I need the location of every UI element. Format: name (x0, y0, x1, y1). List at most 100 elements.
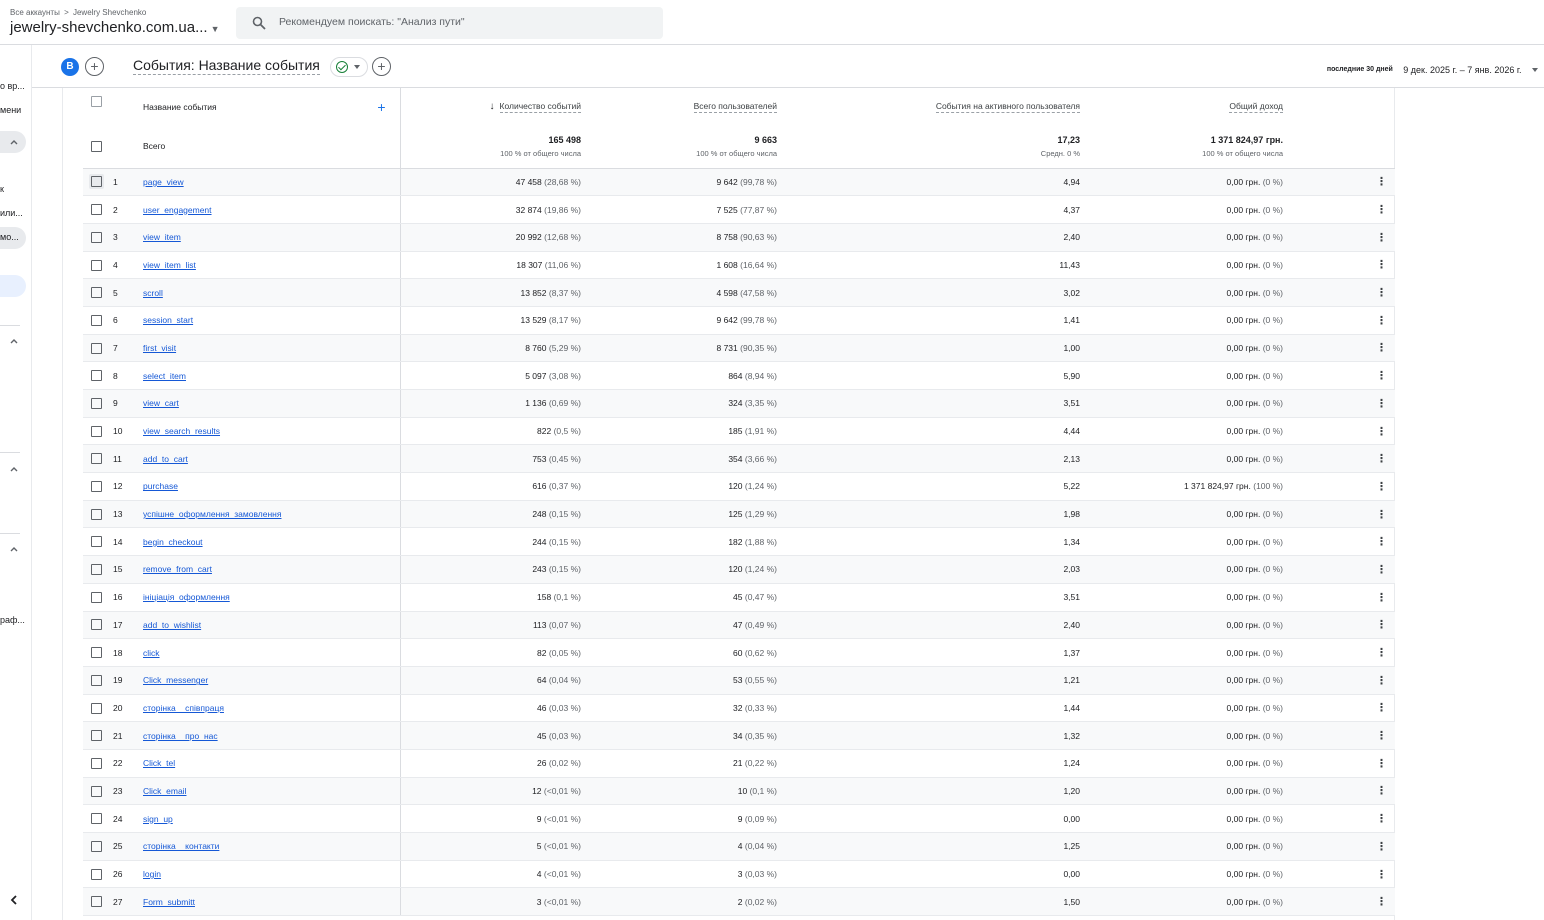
table-row[interactable]: 27 Form_submitt 3 (<0,01 %) 2 (0,02 %) 1,50 0… (83, 887, 1395, 917)
column-header-per-user[interactable]: События на активного пользователя (935, 101, 1080, 113)
chevron-up-icon[interactable] (8, 543, 20, 555)
event-name-link[interactable]: Click_messenger (143, 675, 208, 685)
event-name-link[interactable]: view_item_list (143, 260, 196, 270)
event-name-link[interactable]: view_cart (143, 398, 179, 408)
table-row[interactable]: 7 first_visit 8 760 (5,29 %) 8 731 (90,35 %… (83, 334, 1395, 363)
table-row[interactable]: 26 login 4 (<0,01 %) 3 (0,03 %) 0,00 0,00 грн… (83, 860, 1395, 889)
table-row[interactable]: 15 remove_from_cart 243 (0,15 %) 120 (1,24 … (83, 555, 1395, 584)
table-row[interactable]: 23 Click_email 12 (<0,01 %) 10 (0,1 %) 1,20 0… (83, 777, 1395, 806)
event-name-link[interactable]: page_view (143, 177, 184, 187)
event-name-link[interactable]: begin_checkout (143, 537, 203, 547)
more-vert-icon[interactable]: ⋮ (1287, 694, 1395, 723)
event-name-link[interactable]: add_to_wishlist (143, 620, 201, 630)
row-checkbox[interactable] (91, 370, 102, 382)
more-vert-icon[interactable]: ⋮ (1287, 251, 1395, 280)
chevron-up-icon[interactable] (8, 463, 20, 475)
table-row[interactable]: 14 begin_checkout 244 (0,15 %) 182 (1,88 %)… (83, 527, 1395, 557)
report-status-chip[interactable] (330, 57, 368, 77)
row-checkbox[interactable] (91, 757, 102, 769)
table-row[interactable]: 22 Click_tel 26 (0,02 %) 21 (0,22 %) 1,24 0,0… (83, 749, 1395, 778)
event-name-link[interactable]: login (143, 869, 161, 879)
more-vert-icon[interactable]: ⋮ (1287, 527, 1395, 557)
table-row[interactable]: 6 session_start 13 529 (8,17 %) 9 642 (99,7… (83, 306, 1395, 335)
select-all-header-checkbox[interactable] (91, 96, 102, 108)
event-name-link[interactable]: view_search_results (143, 426, 220, 436)
table-row[interactable]: 3 view_item 20 992 (12,68 %) 8 758 (90,63 %… (83, 223, 1395, 252)
event-name-link[interactable]: ініціація_оформлення (143, 592, 230, 602)
table-row[interactable]: 25 сторінка__контакти 5 (<0,01 %) 4 (0,04 %… (83, 832, 1395, 861)
row-checkbox[interactable] (91, 896, 102, 908)
row-checkbox[interactable] (91, 397, 102, 409)
event-name-link[interactable]: click (143, 648, 160, 658)
row-checkbox[interactable] (91, 813, 102, 825)
more-vert-icon[interactable]: ⋮ (1287, 749, 1395, 778)
breadcrumb[interactable]: Все аккаунты > Jewelry Shevchenko (10, 8, 146, 17)
crumb-all-accounts[interactable]: Все аккаунты (10, 8, 60, 17)
more-vert-icon[interactable]: ⋮ (1287, 278, 1395, 307)
more-vert-icon[interactable]: ⋮ (1287, 666, 1395, 695)
event-name-link[interactable]: Click_email (143, 786, 186, 796)
event-name-link[interactable]: сторінка__співпраця (143, 703, 224, 713)
more-vert-icon[interactable]: ⋮ (1287, 417, 1395, 446)
table-row[interactable]: 19 Click_messenger 64 (0,04 %) 53 (0,55 %) 1… (83, 666, 1395, 695)
more-vert-icon[interactable]: ⋮ (1287, 500, 1395, 529)
row-checkbox[interactable] (91, 231, 102, 243)
rail-item[interactable]: к (0, 184, 4, 194)
chevron-up-icon[interactable] (8, 335, 20, 347)
row-checkbox[interactable] (91, 314, 102, 326)
more-vert-icon[interactable]: ⋮ (1287, 611, 1395, 640)
table-row[interactable]: 21 сторінка__про_нас 45 (0,03 %) 34 (0,35 %… (83, 721, 1395, 750)
date-range-selector[interactable]: последние 30 дней 9 дек. 2025 г. – 7 янв… (1327, 61, 1538, 79)
more-vert-icon[interactable]: ⋮ (1287, 555, 1395, 584)
table-row[interactable]: 13 успішне_оформлення_замовлення 248 (0,15… (83, 500, 1395, 529)
more-vert-icon[interactable]: ⋮ (1287, 195, 1395, 224)
event-name-link[interactable]: scroll (143, 288, 163, 298)
row-checkbox[interactable] (91, 730, 102, 742)
more-vert-icon[interactable]: ⋮ (1287, 472, 1395, 501)
event-name-link[interactable]: сторінка__про_нас (143, 731, 218, 741)
table-row[interactable]: 5 scroll 13 852 (8,37 %) 4 598 (47,58 %) 3,0… (83, 278, 1395, 307)
table-row[interactable]: 24 sign_up 9 (<0,01 %) 9 (0,09 %) 0,00 0,00 г… (83, 804, 1395, 833)
event-name-link[interactable]: remove_from_cart (143, 564, 212, 574)
event-name-link[interactable]: first_visit (143, 343, 176, 353)
more-vert-icon[interactable]: ⋮ (1287, 389, 1395, 418)
row-checkbox[interactable] (91, 259, 102, 271)
chevron-up-icon[interactable] (8, 136, 20, 148)
chevron-left-icon[interactable] (8, 894, 20, 906)
property-selector[interactable]: jewelry-shevchenko.com.ua... ▼ (10, 19, 220, 36)
table-row[interactable]: 8 select_item 5 097 (3,08 %) 864 (8,94 %) 5,… (83, 361, 1395, 390)
row-checkbox[interactable] (91, 564, 102, 576)
column-header-count[interactable]: Количество событий (499, 101, 581, 113)
event-name-link[interactable]: view_item (143, 232, 181, 242)
more-vert-icon[interactable]: ⋮ (1287, 583, 1395, 612)
more-vert-icon[interactable]: ⋮ (1287, 860, 1395, 889)
more-vert-icon[interactable]: ⋮ (1287, 223, 1395, 252)
more-vert-icon[interactable]: ⋮ (1287, 804, 1395, 833)
table-row[interactable]: 10 view_search_results 822 (0,5 %) 185 (1,9… (83, 417, 1395, 446)
event-name-link[interactable]: user_engagement (143, 205, 212, 215)
event-name-link[interactable]: сторінка__контакти (143, 841, 219, 851)
table-row[interactable]: 20 сторінка__співпраця 46 (0,03 %) 32 (0,33… (83, 694, 1395, 723)
comparison-avatar[interactable]: B (61, 58, 79, 76)
event-name-link[interactable]: add_to_cart (143, 454, 188, 464)
add-comparison-icon[interactable]: + (85, 57, 104, 76)
search-input[interactable]: Рекомендуем поискать: "Анализ пути" (236, 7, 663, 39)
table-row[interactable]: 17 add_to_wishlist 113 (0,07 %) 47 (0,49 %)… (83, 611, 1395, 640)
more-vert-icon[interactable]: ⋮ (1287, 334, 1395, 363)
more-vert-icon[interactable]: ⋮ (1287, 638, 1395, 667)
row-checkbox[interactable] (91, 647, 102, 659)
table-row[interactable]: 1 page_view 47 458 (28,68 %) 9 642 (99,78 %… (83, 168, 1395, 197)
more-vert-icon[interactable]: ⋮ (1287, 306, 1395, 335)
more-vert-icon[interactable]: ⋮ (1287, 832, 1395, 861)
row-checkbox[interactable] (91, 508, 102, 520)
column-header-name[interactable]: Название события (143, 102, 217, 112)
row-checkbox[interactable] (91, 425, 102, 437)
more-vert-icon[interactable]: ⋮ (1287, 444, 1395, 474)
row-checkbox[interactable] (91, 619, 102, 631)
more-vert-icon[interactable]: ⋮ (1287, 361, 1395, 390)
more-vert-icon[interactable]: ⋮ (1287, 168, 1395, 197)
rail-item-active[interactable] (0, 275, 26, 297)
rail-item[interactable]: мо... (0, 232, 19, 242)
event-name-link[interactable]: sign_up (143, 814, 173, 824)
more-vert-icon[interactable]: ⋮ (1287, 887, 1395, 917)
